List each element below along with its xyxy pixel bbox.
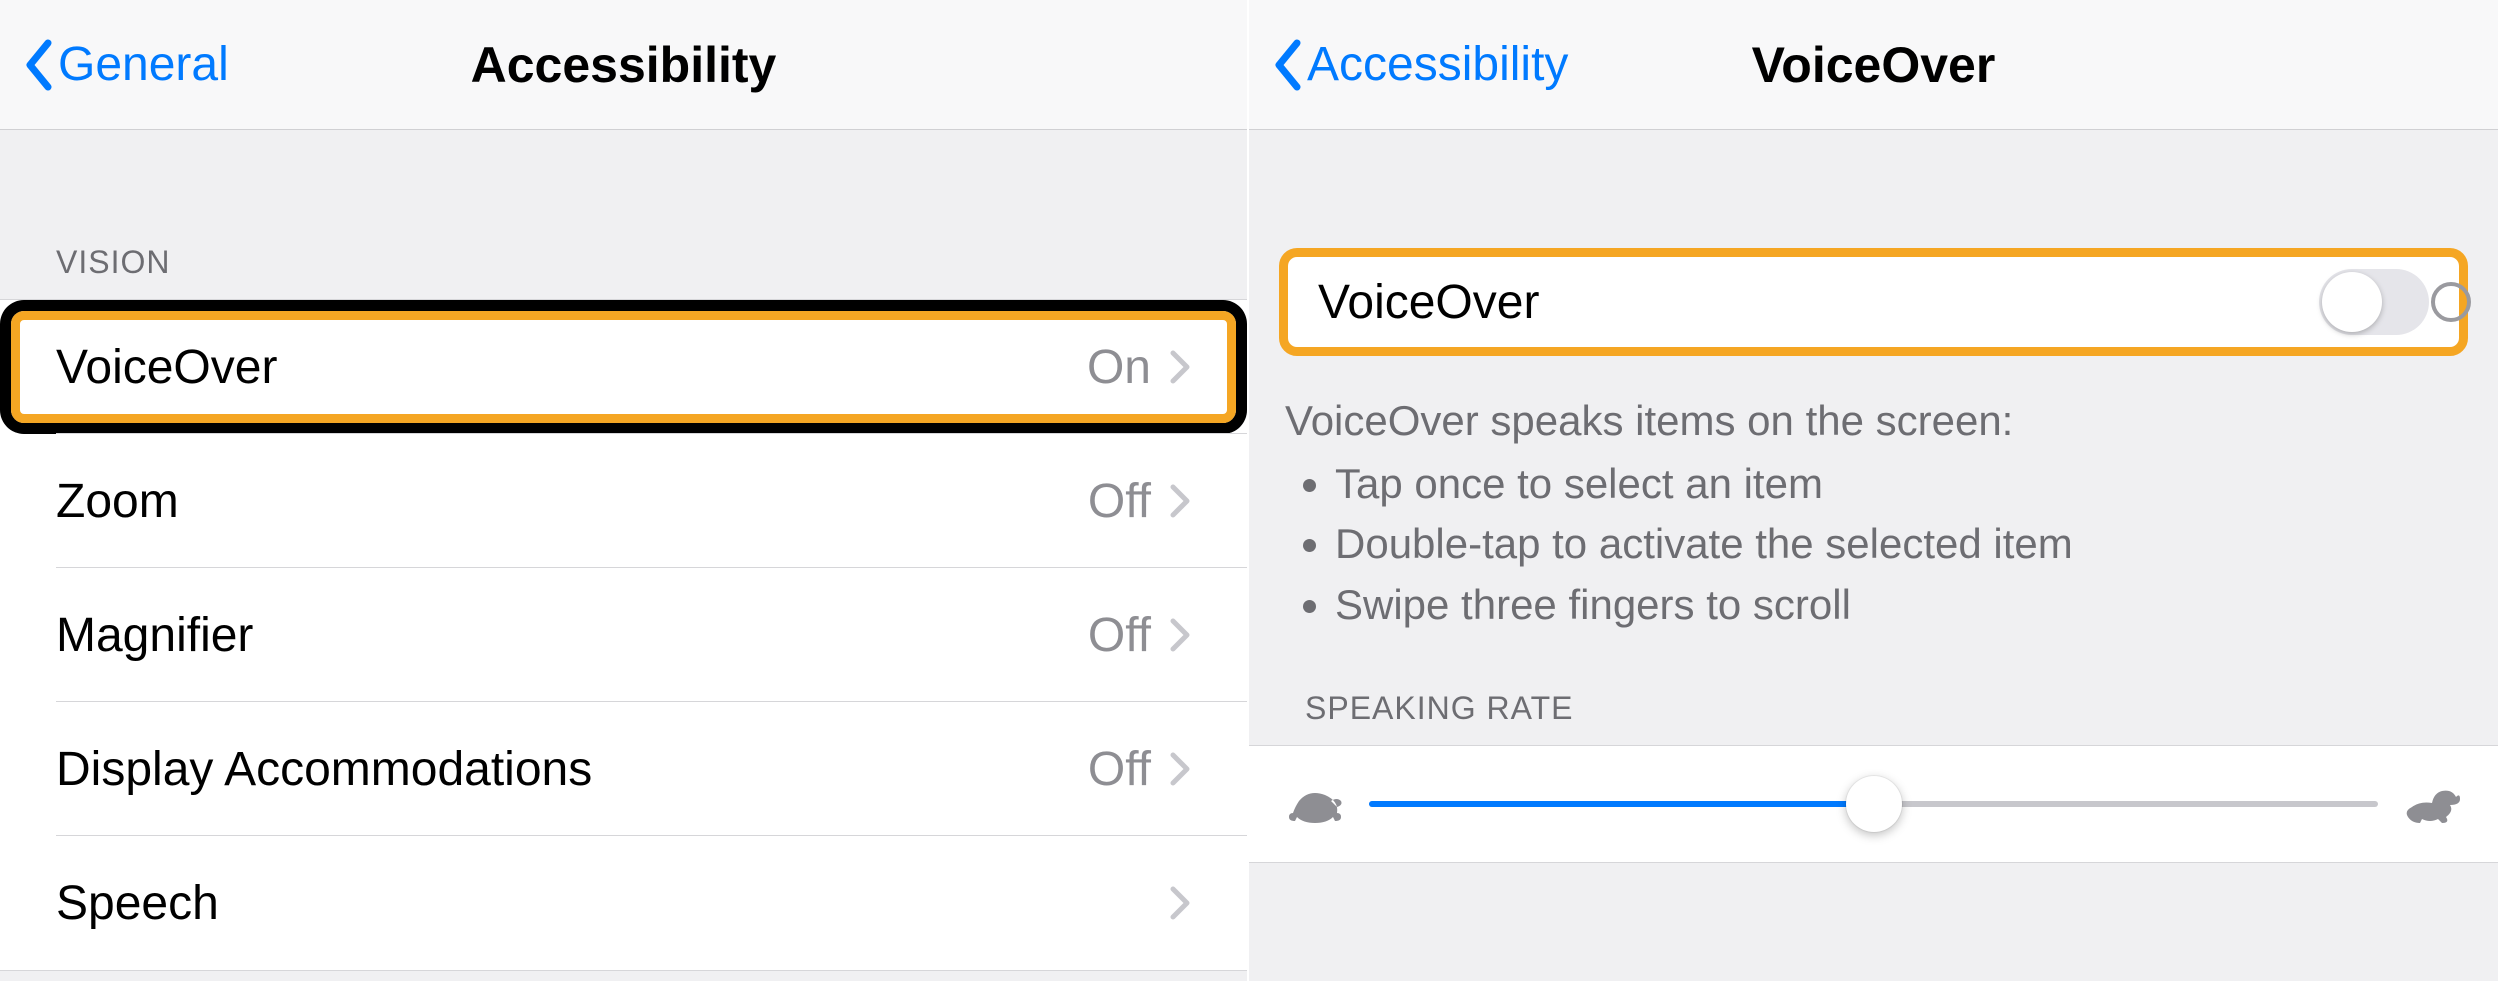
chevron-left-icon: [24, 39, 52, 91]
back-button-accessibility[interactable]: Accessibility: [1249, 37, 1568, 92]
page-title: VoiceOver: [1752, 36, 1996, 94]
row-label: Magnifier: [56, 608, 1088, 663]
voiceover-settings-panel: Accessibility VoiceOver VoiceOver VoiceO…: [1249, 0, 2498, 981]
row-label: VoiceOver: [56, 340, 1087, 395]
tortoise-icon: [1285, 783, 1345, 825]
row-value: Off: [1088, 742, 1151, 797]
accessibility-settings-panel: General Accessibility VISION VoiceOver O…: [0, 0, 1249, 981]
speaking-rate-slider[interactable]: [1369, 801, 2378, 807]
row-label: Speech: [56, 876, 1151, 931]
row-display-accommodations[interactable]: Display Accommodations Off: [0, 702, 1247, 836]
navbar: General Accessibility: [0, 0, 1247, 130]
slider-thumb[interactable]: [1846, 776, 1902, 832]
chevron-right-icon: [1169, 885, 1191, 921]
back-button-general[interactable]: General: [0, 37, 229, 92]
row-magnifier[interactable]: Magnifier Off: [0, 568, 1247, 702]
slider-fill: [1369, 801, 1874, 807]
focus-ring-icon: [2431, 282, 2471, 322]
section-header-vision: VISION: [0, 130, 1247, 299]
chevron-right-icon: [1169, 617, 1191, 653]
chevron-left-icon: [1273, 39, 1301, 91]
row-zoom[interactable]: Zoom Off: [0, 434, 1247, 568]
help-heading: VoiceOver speaks items on the screen:: [1285, 394, 2462, 449]
vision-settings-list: VoiceOver On Zoom Off Magnifier Off Disp…: [0, 299, 1247, 971]
chevron-right-icon: [1169, 483, 1191, 519]
row-value: Off: [1088, 474, 1151, 529]
voiceover-switch[interactable]: [2319, 269, 2429, 335]
row-voiceover[interactable]: VoiceOver On: [0, 300, 1247, 434]
back-label: General: [58, 37, 229, 92]
row-value: Off: [1088, 608, 1151, 663]
navbar: Accessibility VoiceOver: [1249, 0, 2498, 130]
chevron-right-icon: [1169, 349, 1191, 385]
row-label: Zoom: [56, 474, 1088, 529]
help-bullet: Tap once to select an item: [1335, 457, 2462, 512]
section-header-speaking-rate: SPEAKING RATE: [1249, 638, 2498, 745]
toggle-label: VoiceOver: [1318, 275, 2319, 330]
page-title: Accessibility: [471, 36, 777, 94]
voiceover-help-text: VoiceOver speaks items on the screen: Ta…: [1249, 356, 2498, 632]
back-label: Accessibility: [1307, 37, 1568, 92]
voiceover-toggle-row[interactable]: VoiceOver: [1279, 248, 2468, 356]
row-value: On: [1087, 340, 1151, 395]
hare-icon: [2402, 783, 2462, 825]
help-bullet: Double-tap to activate the selected item: [1335, 517, 2462, 572]
help-bullet: Swipe three fingers to scroll: [1335, 578, 2462, 633]
row-label: Display Accommodations: [56, 742, 1088, 797]
chevron-right-icon: [1169, 751, 1191, 787]
speaking-rate-slider-row: [1249, 745, 2498, 863]
row-speech[interactable]: Speech: [0, 836, 1247, 970]
